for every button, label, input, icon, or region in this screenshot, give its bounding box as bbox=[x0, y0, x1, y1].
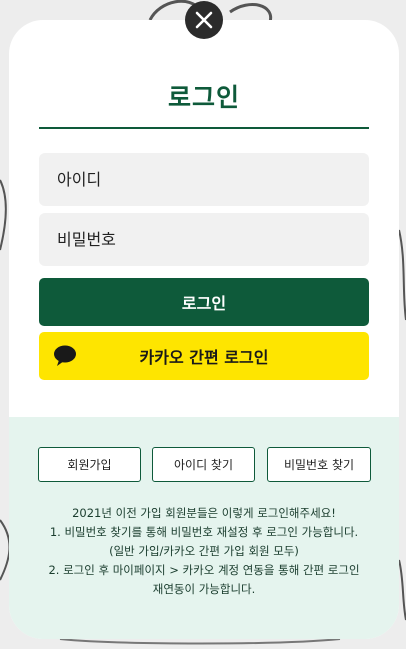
find-password-button[interactable]: 비밀번호 찾기 bbox=[267, 447, 371, 482]
join-button[interactable]: 회원가입 bbox=[38, 447, 141, 482]
notice-line: 1. 비밀번호 찾기를 통해 비밀번호 재설정 후 로그인 가능합니다. bbox=[49, 525, 359, 539]
notice-line: (일반 가입/카카오 간편 가입 회원 모두) bbox=[109, 544, 299, 558]
login-button-label: 로그인 bbox=[181, 294, 227, 313]
close-icon bbox=[195, 11, 213, 29]
find-id-button-label: 아이디 찾기 bbox=[173, 458, 233, 472]
help-section: 회원가입 아이디 찾기 비밀번호 찾기 2021년 이전 가입 회원분들은 이렇… bbox=[9, 417, 399, 639]
page-title: 로그인 bbox=[167, 83, 240, 112]
notice-line: 2. 로그인 후 마이페이지 > 카카오 계정 연동을 통해 간편 로그인 bbox=[48, 563, 360, 577]
kakao-login-button[interactable]: 카카오 간편 로그인 bbox=[39, 332, 369, 380]
close-button[interactable] bbox=[185, 1, 223, 39]
kakao-button-label: 카카오 간편 로그인 bbox=[139, 348, 269, 367]
notice-line: 2021년 이전 가입 회원분들은 이렇게 로그인해주세요! bbox=[72, 506, 336, 520]
title-divider bbox=[39, 127, 369, 129]
login-button[interactable]: 로그인 bbox=[39, 278, 369, 326]
join-button-label: 회원가입 bbox=[67, 458, 112, 472]
login-modal: 로그인 로그인 카카오 간편 로그인 회원가입 아이디 찾기 비밀번호 찾기 2… bbox=[9, 20, 399, 639]
find-password-button-label: 비밀번호 찾기 bbox=[283, 458, 355, 472]
notice-line: 재연동이 가능합니다. bbox=[152, 582, 256, 596]
find-id-button[interactable]: 아이디 찾기 bbox=[152, 447, 255, 482]
kakao-chat-bubble-icon bbox=[54, 345, 76, 366]
login-notice: 2021년 이전 가입 회원분들은 이렇게 로그인해주세요! 1. 비밀번호 찾… bbox=[19, 504, 389, 599]
password-input[interactable] bbox=[39, 213, 369, 266]
id-input[interactable] bbox=[39, 153, 369, 206]
